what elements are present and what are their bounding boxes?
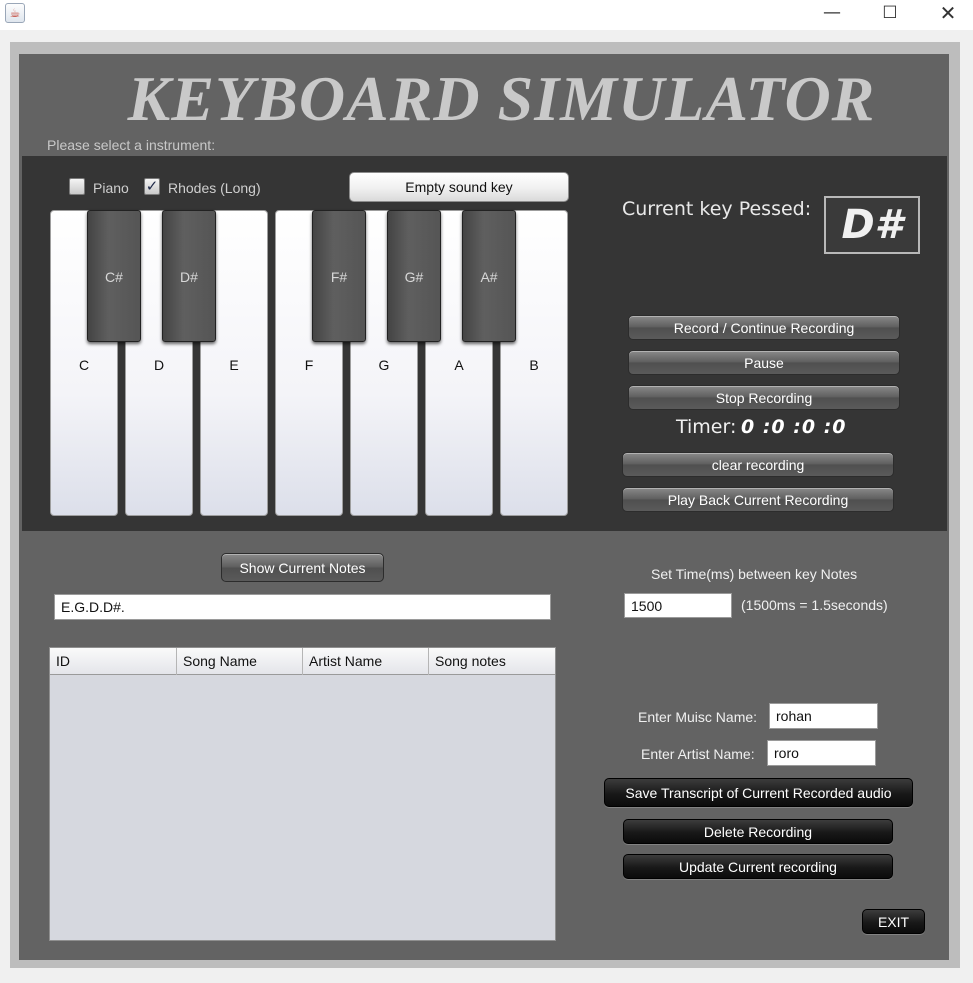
piano-key-a-sharp[interactable]: A# <box>462 210 516 342</box>
java-cup-icon: ☕ <box>5 3 25 23</box>
instrument-prompt: Please select a instrument: <box>47 137 216 153</box>
current-key-display: D# <box>824 196 920 254</box>
show-current-notes-button[interactable]: Show Current Notes <box>221 553 384 582</box>
set-time-label: Set Time(ms) between key Notes <box>651 566 858 582</box>
table-header: ID Song Name Artist Name Song notes <box>50 648 555 675</box>
music-name-label: Enter Muisc Name: <box>638 709 758 725</box>
column-header-song-notes[interactable]: Song notes <box>429 648 555 675</box>
time-hint: (1500ms = 1.5seconds) <box>741 597 888 613</box>
column-header-song-name[interactable]: Song Name <box>177 648 303 675</box>
current-key-label: Current key Pessed: <box>622 198 812 220</box>
update-recording-button[interactable]: Update Current recording <box>623 854 893 879</box>
pause-button[interactable]: Pause <box>628 350 900 375</box>
current-notes-field[interactable]: E.G.D.D#. <box>54 594 551 620</box>
app-title: KEYBOARD SIMULATOR <box>127 63 876 134</box>
timer-label: Timer: <box>676 416 737 438</box>
piano-key-d-sharp[interactable]: D# <box>162 210 216 342</box>
stop-recording-button[interactable]: Stop Recording <box>628 385 900 410</box>
piano-checkbox-label: Piano <box>93 180 129 196</box>
save-transcript-button[interactable]: Save Transcript of Current Recorded audi… <box>604 778 913 807</box>
key-label: G# <box>404 269 424 285</box>
piano-key-g-sharp[interactable]: G# <box>387 210 441 342</box>
songs-table[interactable]: ID Song Name Artist Name Song notes <box>49 647 556 941</box>
minimize-button[interactable]: — <box>803 0 861 28</box>
window-titlebar: ☕ — ☐ ✕ <box>0 0 973 30</box>
rhodes-checkbox-label: Rhodes (Long) <box>168 180 261 196</box>
key-label: G <box>378 357 390 373</box>
key-label: F# <box>330 269 348 285</box>
key-label: C# <box>105 269 123 285</box>
key-label: A <box>454 357 464 373</box>
record-button[interactable]: Record / Continue Recording <box>628 315 900 340</box>
key-label: E <box>229 357 239 373</box>
time-between-notes-field[interactable]: 1500 <box>624 593 732 618</box>
rhodes-checkbox[interactable]: ✓ <box>144 178 160 195</box>
column-header-artist-name[interactable]: Artist Name <box>303 648 429 675</box>
key-label: B <box>529 357 539 373</box>
exit-button[interactable]: EXIT <box>862 909 925 934</box>
empty-sound-key-button[interactable]: Empty sound key <box>349 172 569 202</box>
piano-key-f-sharp[interactable]: F# <box>312 210 366 342</box>
artist-name-field[interactable]: roro <box>767 740 876 766</box>
key-label: C <box>78 357 90 373</box>
maximize-button[interactable]: ☐ <box>861 0 919 28</box>
close-button[interactable]: ✕ <box>919 0 973 28</box>
piano-key-c-sharp[interactable]: C# <box>87 210 141 342</box>
key-label: D <box>153 357 165 373</box>
music-name-field[interactable]: rohan <box>769 703 878 729</box>
key-label: F <box>304 357 314 373</box>
column-header-id[interactable]: ID <box>50 648 177 675</box>
delete-recording-button[interactable]: Delete Recording <box>623 819 893 844</box>
timer-value: 0 :0 :0 :0 <box>741 416 847 438</box>
key-label: A# <box>480 269 498 285</box>
key-label: D# <box>180 269 198 285</box>
clear-recording-button[interactable]: clear recording <box>622 452 894 477</box>
piano-checkbox[interactable] <box>69 178 85 195</box>
play-back-button[interactable]: Play Back Current Recording <box>622 487 894 512</box>
artist-name-label: Enter Artist Name: <box>641 746 755 762</box>
